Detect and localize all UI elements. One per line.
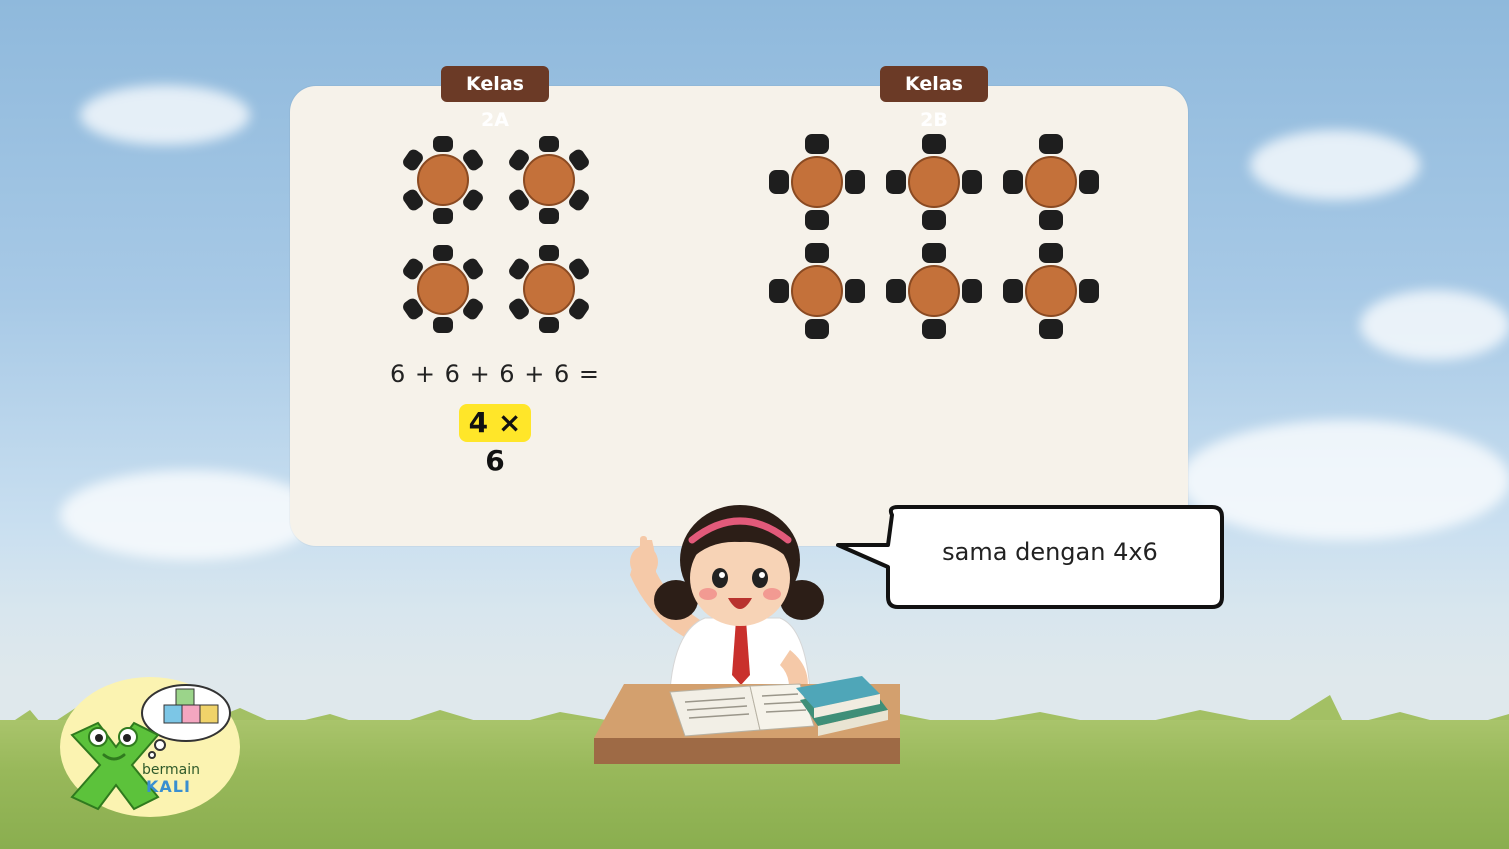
round-table-six-chairs-icon <box>403 136 483 224</box>
round-table-four-chairs-icon <box>886 134 982 230</box>
cloud <box>80 85 250 145</box>
round-table-six-chairs-icon <box>403 245 483 333</box>
round-table-four-chairs-icon <box>769 243 865 339</box>
logo-text-kali: KALI <box>146 777 191 796</box>
class-2a-label: Kelas 2A <box>441 66 549 131</box>
speech-text: sama dengan 4x6 <box>942 538 1158 566</box>
cloud <box>60 470 320 560</box>
round-table-four-chairs-icon <box>769 134 865 230</box>
class-2b-label: Kelas 2B <box>880 66 988 131</box>
multiplication-highlight: 4 × 6 <box>459 404 531 477</box>
slide-scene: Kelas 2A Kelas 2B 6 + 6 + 6 + 6 = ... 4 … <box>0 0 1509 849</box>
round-table-six-chairs-icon <box>509 136 589 224</box>
cloud <box>1250 130 1420 200</box>
logo-text-bermain: bermain <box>142 762 200 778</box>
student-girl-illustration <box>594 505 900 764</box>
cloud <box>1180 420 1509 540</box>
round-table-four-chairs-icon <box>1003 243 1099 339</box>
round-table-four-chairs-icon <box>1003 134 1099 230</box>
round-table-four-chairs-icon <box>886 243 982 339</box>
round-table-six-chairs-icon <box>509 245 589 333</box>
cloud <box>1360 290 1509 360</box>
